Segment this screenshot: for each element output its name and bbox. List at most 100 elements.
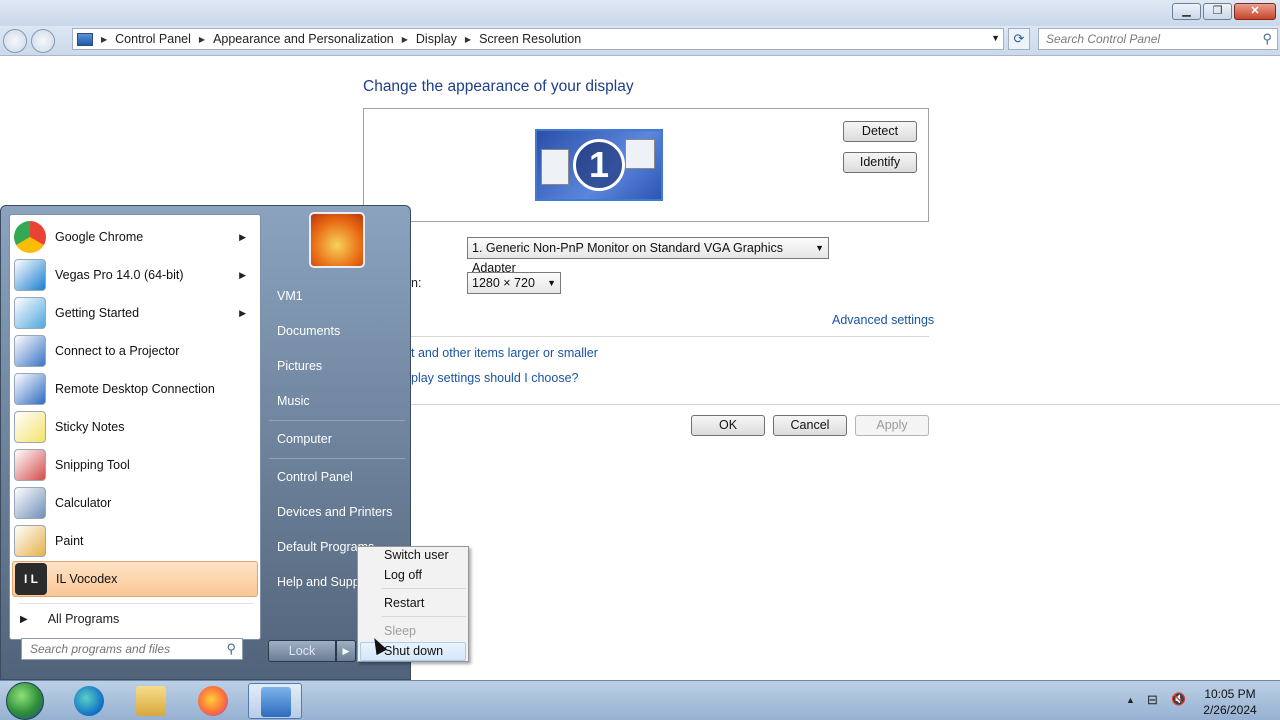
- shut-down-item[interactable]: Shut down: [384, 644, 443, 658]
- program-item-calculator[interactable]: Calculator: [12, 485, 258, 521]
- start-link-control-panel[interactable]: Control Panel: [277, 470, 353, 484]
- start-link-vm1[interactable]: VM1: [277, 289, 303, 303]
- divider: [382, 616, 466, 617]
- program-item-sticky-notes[interactable]: Sticky Notes: [12, 409, 258, 445]
- program-item-il-vocodex[interactable]: I L IL Vocodex: [12, 561, 258, 597]
- divider: [411, 336, 929, 337]
- sticky-notes-icon: [14, 411, 46, 443]
- forward-button[interactable]: [31, 29, 55, 53]
- program-label: Connect to a Projector: [55, 344, 180, 358]
- program-item-paint[interactable]: Paint: [12, 523, 258, 559]
- sleep-item[interactable]: Sleep: [384, 624, 416, 638]
- detect-button[interactable]: Detect: [843, 121, 917, 142]
- divider: [18, 603, 254, 604]
- program-item-getting-started[interactable]: Getting Started ▶: [12, 295, 258, 331]
- start-link-devices-and-printers[interactable]: Devices and Printers: [277, 505, 392, 519]
- restart-item[interactable]: Restart: [384, 596, 424, 610]
- start-search-input[interactable]: Search programs and files ⚲: [21, 638, 243, 660]
- program-item-google-chrome[interactable]: Google Chrome ▶: [12, 219, 258, 255]
- control-panel-icon: [77, 32, 93, 46]
- vocodex-icon: I L: [15, 563, 47, 595]
- display-select[interactable]: 1. Generic Non-PnP Monitor on Standard V…: [467, 237, 829, 275]
- title-bar: ▁ ❐ ✕: [0, 0, 1280, 26]
- apply-button[interactable]: Apply: [855, 415, 929, 436]
- cancel-button[interactable]: Cancel: [773, 415, 847, 436]
- identify-button[interactable]: Identify: [843, 152, 917, 173]
- start-link-documents[interactable]: Documents: [277, 324, 340, 338]
- network-icon[interactable]: ⊟: [1147, 692, 1158, 708]
- all-programs-label: All Programs: [47, 612, 120, 626]
- program-label: Sticky Notes: [55, 420, 125, 434]
- snipping-tool-icon: [14, 449, 46, 481]
- getting-started-icon: [14, 297, 46, 329]
- projector-icon: [14, 335, 46, 367]
- advanced-settings-link[interactable]: Advanced settings: [832, 313, 934, 327]
- clock-time: 10:05 PM: [1204, 687, 1256, 701]
- firefox-icon: [198, 686, 228, 716]
- taskbar-edge[interactable]: [62, 683, 116, 719]
- breadcrumb-control-panel[interactable]: Control Panel: [115, 32, 191, 46]
- program-label: Remote Desktop Connection: [55, 382, 215, 396]
- resolution-label: n:: [411, 276, 422, 290]
- divider: [411, 404, 1280, 405]
- clock[interactable]: 10:05 PM 2/26/2024: [1196, 686, 1264, 718]
- breadcrumb-display[interactable]: Display: [416, 32, 457, 46]
- address-bar[interactable]: ▶ Control Panel ▶ Appearance and Persona…: [72, 28, 1004, 50]
- breadcrumb-separator[interactable]: ▶: [101, 35, 107, 44]
- monitor-1-icon[interactable]: 1: [535, 129, 663, 201]
- search-icon[interactable]: ⚲: [1262, 31, 1272, 47]
- text-size-link[interactable]: t and other items larger or smaller: [411, 346, 598, 360]
- resolution-select[interactable]: 1280 × 720 ▼: [467, 272, 561, 294]
- resolution-select-value: 1280 × 720: [472, 276, 535, 290]
- breadcrumb-appearance[interactable]: Appearance and Personalization: [213, 32, 394, 46]
- program-item-remote-desktop-connection[interactable]: Remote Desktop Connection: [12, 371, 258, 407]
- taskbar-control-panel[interactable]: [248, 683, 302, 719]
- lock-button[interactable]: Lock: [268, 640, 336, 662]
- user-avatar[interactable]: [309, 212, 365, 268]
- remote-desktop-icon: [14, 373, 46, 405]
- start-link-computer[interactable]: Computer: [277, 432, 332, 446]
- start-search-placeholder: Search programs and files: [30, 642, 171, 656]
- page-title: Change the appearance of your display: [363, 78, 634, 95]
- program-item-vegas-pro-14-0-64-bit[interactable]: Vegas Pro 14.0 (64-bit) ▶: [12, 257, 258, 293]
- start-button[interactable]: [6, 682, 44, 720]
- divider: [269, 420, 405, 421]
- program-item-connect-to-a-projector[interactable]: Connect to a Projector: [12, 333, 258, 369]
- breadcrumb-separator[interactable]: ▶: [402, 35, 408, 44]
- vegas-icon: [14, 259, 46, 291]
- refresh-button[interactable]: ⟳: [1008, 28, 1030, 50]
- divider: [382, 588, 466, 589]
- breadcrumb-separator[interactable]: ▶: [465, 35, 471, 44]
- program-item-snipping-tool[interactable]: Snipping Tool: [12, 447, 258, 483]
- log-off-item[interactable]: Log off: [384, 568, 422, 582]
- folder-icon: [136, 686, 166, 716]
- submenu-arrow-icon[interactable]: ▶: [239, 270, 246, 281]
- switch-user-item[interactable]: Switch user: [384, 548, 449, 562]
- minimize-button[interactable]: ▁: [1172, 3, 1201, 20]
- address-toolbar: ▶ Control Panel ▶ Appearance and Persona…: [0, 26, 1280, 56]
- maximize-button[interactable]: ❐: [1203, 3, 1232, 20]
- back-button[interactable]: [3, 29, 27, 53]
- monitor-number: 1: [573, 139, 625, 191]
- program-label: Snipping Tool: [55, 458, 130, 472]
- power-options-arrow[interactable]: ▶: [336, 640, 356, 662]
- taskbar-explorer[interactable]: [124, 683, 178, 719]
- breadcrumb-screen-resolution[interactable]: Screen Resolution: [479, 32, 581, 46]
- display-settings-help-link[interactable]: play settings should I choose?: [411, 371, 578, 385]
- volume-muted-icon[interactable]: 🔇: [1171, 692, 1186, 706]
- start-link-music[interactable]: Music: [277, 394, 310, 408]
- start-link-pictures[interactable]: Pictures: [277, 359, 322, 373]
- submenu-arrow-icon[interactable]: ▶: [239, 232, 246, 243]
- close-button[interactable]: ✕: [1234, 3, 1276, 20]
- program-label: Calculator: [55, 496, 112, 510]
- window-thumbnail-icon: [541, 149, 569, 185]
- submenu-arrow-icon[interactable]: ▶: [239, 308, 246, 319]
- breadcrumb-separator[interactable]: ▶: [199, 35, 205, 44]
- tray-expand-icon[interactable]: ▲: [1126, 695, 1135, 705]
- taskbar-firefox[interactable]: [186, 683, 240, 719]
- all-programs-button[interactable]: ▶ All Programs: [12, 607, 258, 631]
- ok-button[interactable]: OK: [691, 415, 765, 436]
- search-input[interactable]: Search Control Panel ⚲: [1038, 28, 1278, 50]
- search-icon[interactable]: ⚲: [226, 641, 236, 657]
- chevron-down-icon[interactable]: ▼: [991, 33, 1000, 43]
